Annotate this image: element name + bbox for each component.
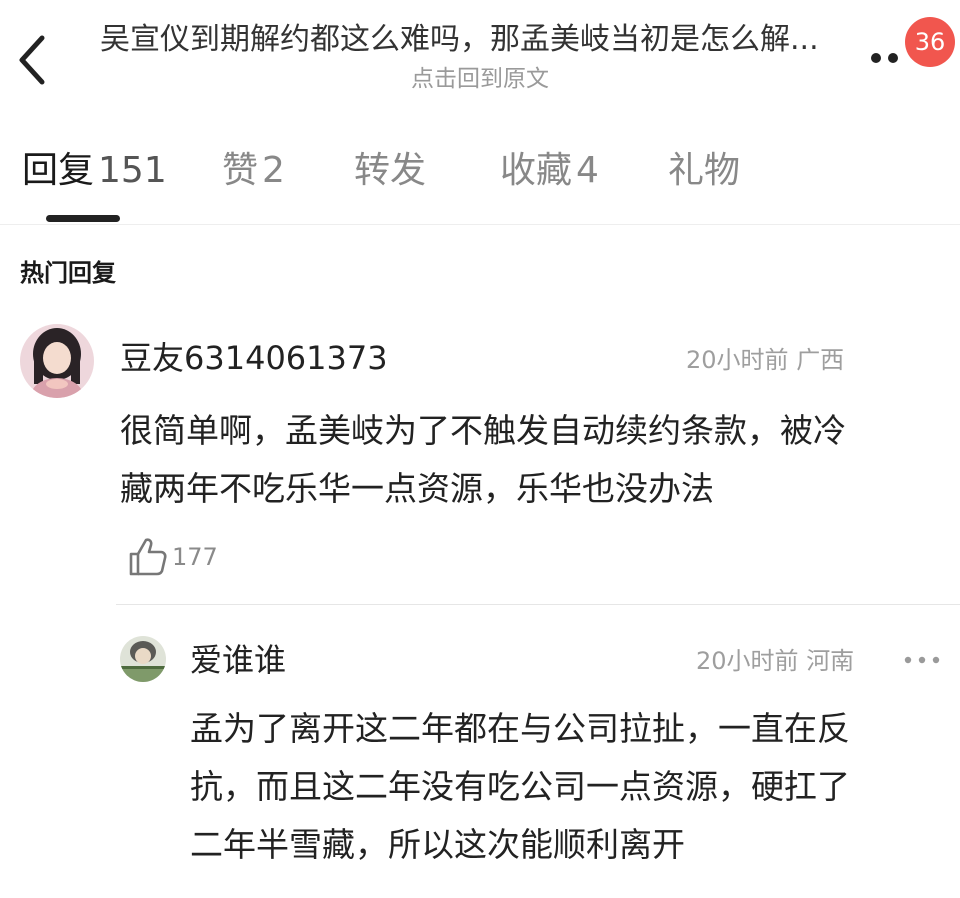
divider <box>0 224 960 225</box>
divider <box>116 604 960 605</box>
tab-likes[interactable]: 赞2 <box>222 146 285 196</box>
tab-count: 2 <box>262 150 285 191</box>
comment-text-line: 孟为了离开这二年都在与公司拉扯，一直在反 <box>190 709 850 748</box>
location: 广西 <box>796 346 845 374</box>
section-title: 热门回复 <box>20 259 116 287</box>
like-button[interactable]: 177 <box>128 536 228 580</box>
chevron-left-icon <box>19 35 45 85</box>
avatar[interactable] <box>20 324 94 398</box>
notification-badge[interactable]: 36 <box>905 17 955 67</box>
tab-reposts[interactable]: 转发 <box>354 146 426 196</box>
timestamp: 20小时前 <box>696 647 799 675</box>
like-count: 177 <box>172 543 218 571</box>
tab-label: 转发 <box>354 150 427 191</box>
more-menu-button[interactable] <box>868 40 904 76</box>
post-title: 吴宣仪到期解约都这么难吗，那孟美岐当初是怎么解... <box>100 22 819 57</box>
comment-text-line: 二年半雪藏，所以这次能顺利离开 <box>190 825 685 864</box>
tab-label: 收藏 <box>500 150 573 191</box>
comment-text-line: 藏两年不吃乐华一点资源，乐华也没办法 <box>120 469 714 508</box>
tab-label: 回复 <box>22 150 95 191</box>
more-icon <box>871 53 898 63</box>
location: 河南 <box>806 647 855 675</box>
comment-text-line: 抗，而且这二年没有吃公司一点资源，硬扛了 <box>190 767 850 806</box>
comment-text: 很简单啊，孟美岐为了不触发自动续约条款，被冷 藏两年不吃乐华一点资源，乐华也没办… <box>120 402 940 518</box>
active-tab-indicator <box>46 215 120 222</box>
comment-text-line: 很简单啊，孟美岐为了不触发自动续约条款，被冷 <box>120 411 846 450</box>
tab-replies[interactable]: 回复 151 <box>22 146 167 196</box>
avatar-image <box>20 324 94 398</box>
more-options-button[interactable] <box>900 646 944 674</box>
comment-meta: 20小时前 广西 <box>686 343 844 377</box>
tab-label: 赞 <box>222 150 259 191</box>
tab-count: 151 <box>98 150 167 191</box>
tab-favorites[interactable]: 收藏 4 <box>500 146 599 196</box>
tab-count: 4 <box>576 150 599 191</box>
comment-meta: 20小时前 河南 <box>696 644 854 678</box>
back-to-original-link[interactable]: 点击回到原文 <box>100 62 860 96</box>
username[interactable]: 豆友6314061373 <box>120 336 388 380</box>
timestamp: 20小时前 <box>686 346 789 374</box>
tab-label: 礼物 <box>668 150 741 191</box>
thumbs-up-icon <box>129 538 167 576</box>
avatar[interactable] <box>120 636 166 682</box>
more-horizontal-icon <box>904 656 940 664</box>
avatar-image <box>120 636 166 682</box>
back-button[interactable] <box>10 32 54 88</box>
username[interactable]: 爱谁谁 <box>190 638 286 682</box>
comment-text: 孟为了离开这二年都在与公司拉扯，一直在反 抗，而且这二年没有吃公司一点资源，硬扛… <box>190 700 940 874</box>
tab-gifts[interactable]: 礼物 <box>668 146 740 196</box>
